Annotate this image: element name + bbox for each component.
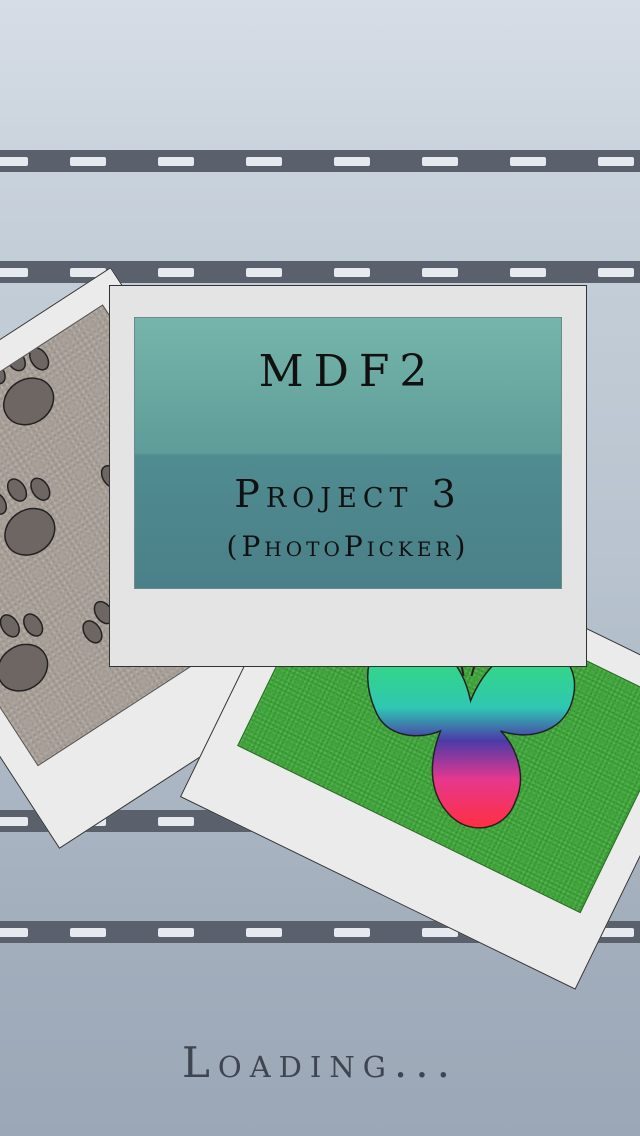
app-title: MDF2 — [258, 346, 438, 397]
film-hole — [246, 268, 282, 277]
film-hole — [598, 268, 634, 277]
film-hole — [334, 928, 370, 937]
film-hole — [0, 157, 28, 166]
film-strip-decoration — [0, 150, 640, 172]
film-hole — [0, 268, 28, 277]
title-card-panel: MDF2 Project 3 (PhotoPicker) — [134, 317, 562, 589]
film-hole — [158, 817, 194, 826]
film-hole — [422, 268, 458, 277]
project-title: Project 3 — [234, 472, 462, 516]
film-hole — [334, 157, 370, 166]
film-hole — [158, 157, 194, 166]
film-hole — [70, 928, 106, 937]
film-hole — [158, 268, 194, 277]
film-hole — [510, 157, 546, 166]
loading-text: Loading... — [182, 1038, 458, 1087]
project-subtitle: (PhotoPicker) — [226, 530, 470, 563]
film-hole — [70, 157, 106, 166]
film-hole — [0, 817, 28, 826]
film-hole — [246, 928, 282, 937]
film-hole — [246, 157, 282, 166]
splash-screen: MDF2 Project 3 (PhotoPicker) Loading... — [0, 0, 640, 1136]
film-hole — [510, 268, 546, 277]
film-hole — [0, 928, 28, 937]
title-card: MDF2 Project 3 (PhotoPicker) — [109, 285, 587, 667]
film-hole — [158, 928, 194, 937]
film-hole — [422, 157, 458, 166]
film-hole — [334, 268, 370, 277]
film-hole — [598, 157, 634, 166]
